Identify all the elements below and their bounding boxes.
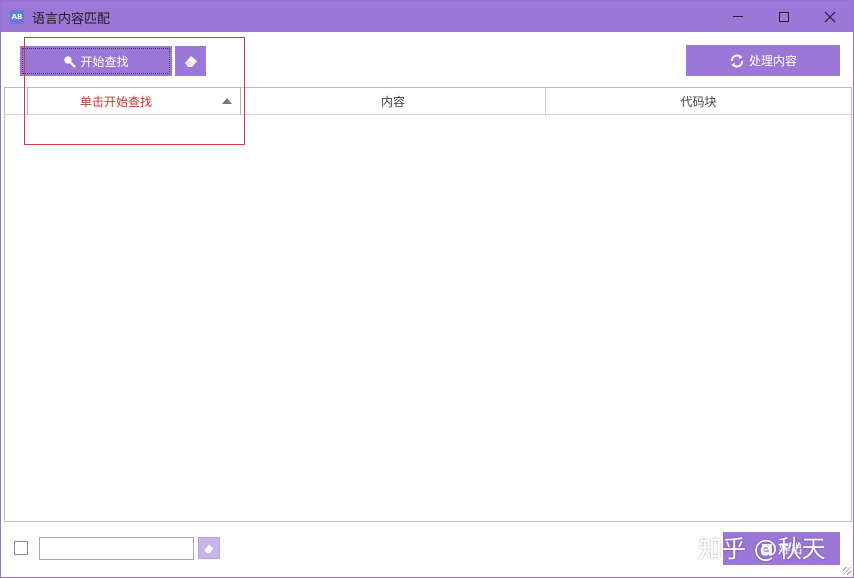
minimize-button[interactable]: [715, 1, 761, 32]
app-window: AB 语言内容匹配 开始查找 处理内容 内容 代码块 单击开始查找 导出 知乎 …: [0, 0, 854, 578]
window-title: 语言内容匹配: [32, 12, 111, 27]
column-header-content-label: 内容: [380, 95, 405, 109]
eraser-icon: [184, 56, 197, 67]
click-search-hint: 单击开始查找: [80, 95, 153, 109]
sort-ascending-icon: [222, 98, 232, 104]
column-header-code-block[interactable]: 代码块: [546, 88, 851, 115]
process-content-button[interactable]: 处理内容: [686, 45, 840, 76]
select-checkbox[interactable]: [14, 541, 28, 555]
results-table[interactable]: 内容 代码块: [4, 87, 852, 522]
maximize-icon: [779, 11, 789, 22]
start-search-label: 开始查找: [80, 54, 129, 69]
close-icon: [824, 11, 836, 22]
clear-button[interactable]: [175, 46, 206, 76]
close-button[interactable]: [807, 1, 853, 32]
export-button[interactable]: 导出: [723, 532, 840, 565]
app-logo-icon: AB: [10, 10, 24, 24]
resize-grip[interactable]: [843, 567, 851, 575]
filter-input[interactable]: [39, 537, 194, 560]
column-header-code-block-label: 代码块: [680, 95, 717, 109]
column-header-content[interactable]: 内容: [241, 88, 546, 115]
eraser-icon: [204, 544, 214, 553]
title-bar: AB 语言内容匹配: [1, 1, 853, 32]
refresh-icon: [729, 53, 745, 69]
export-label: 导出: [778, 542, 803, 556]
search-icon: [63, 55, 77, 68]
process-content-label: 处理内容: [748, 54, 797, 68]
maximize-button[interactable]: [761, 1, 807, 32]
start-search-button[interactable]: 开始查找: [20, 46, 172, 76]
export-icon: [760, 542, 774, 556]
minimize-icon: [733, 16, 743, 17]
clear-filter-button[interactable]: [198, 537, 220, 559]
